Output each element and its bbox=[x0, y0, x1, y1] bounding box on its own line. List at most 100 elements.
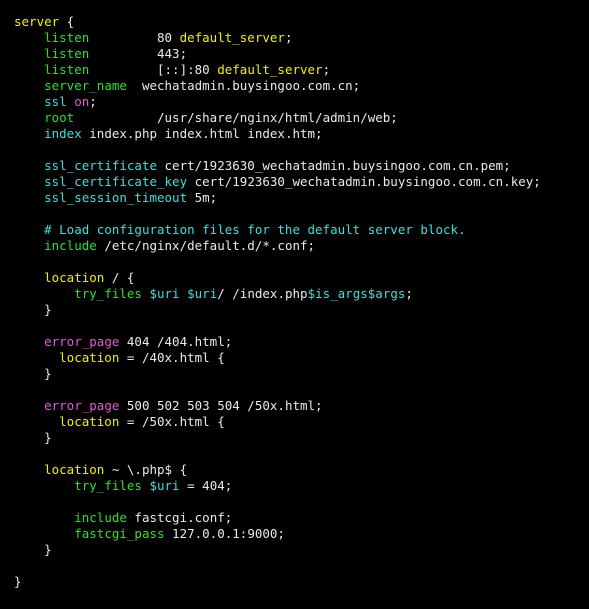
line-include-default-d-token-0 bbox=[14, 238, 44, 253]
line-location-php-open: location ~ \.php$ { bbox=[14, 462, 589, 478]
line-blank-5 bbox=[14, 382, 589, 398]
line-location-php-open-token-0 bbox=[14, 462, 44, 477]
line-listen-443-token-1: listen bbox=[44, 46, 90, 61]
line-fastcgi-pass: fastcgi_pass 127.0.0.1:9000; bbox=[14, 526, 589, 542]
line-location-root-open-token-0 bbox=[14, 270, 44, 285]
line-include-fastcgi-conf-token-0 bbox=[14, 510, 74, 525]
line-error-page-50x-token-1: error_page bbox=[44, 398, 120, 413]
line-server-close: } bbox=[14, 574, 589, 590]
line-location-50x-open-token-2: = /50x.html { bbox=[119, 414, 225, 429]
line-try-files-root-token-5: $uri bbox=[187, 286, 218, 301]
line-listen-80-token-4: default_server bbox=[179, 30, 285, 45]
line-ssl-session-timeout: ssl_session_timeout 5m; bbox=[14, 190, 589, 206]
line-server-open-token-0: server bbox=[14, 14, 60, 29]
line-server-name: server_name wechatadmin.buysingoo.com.cn… bbox=[14, 78, 589, 94]
line-location-40x-close-token-0: } bbox=[14, 366, 52, 381]
line-location-50x-close-token-0: } bbox=[14, 430, 52, 445]
line-listen-443: listen 443; bbox=[14, 46, 589, 62]
line-ssl-certificate-key-token-1: ssl_certificate_key bbox=[44, 174, 188, 189]
line-ssl-session-timeout-token-2: 5m; bbox=[187, 190, 218, 205]
line-listen-ipv6-token-1: listen bbox=[44, 62, 90, 77]
line-listen-443-token-0 bbox=[14, 46, 44, 61]
line-location-php-close-token-0: } bbox=[14, 542, 52, 557]
line-error-page-50x-token-2: 500 502 503 504 /50x.html; bbox=[119, 398, 323, 413]
line-listen-80-token-2 bbox=[89, 30, 157, 45]
line-server-open: server { bbox=[14, 14, 589, 30]
line-listen-80-token-3: 80 bbox=[157, 30, 180, 45]
line-listen-ipv6-token-0 bbox=[14, 62, 44, 77]
line-ssl-certificate-key: ssl_certificate_key cert/1923630_wechata… bbox=[14, 174, 589, 190]
line-listen-ipv6-token-4: default_server bbox=[217, 62, 323, 77]
line-blank-1 bbox=[14, 142, 589, 158]
line-location-root-close-token-0: } bbox=[14, 302, 52, 317]
line-location-40x-close: } bbox=[14, 366, 589, 382]
line-error-page-50x: error_page 500 502 503 504 /50x.html; bbox=[14, 398, 589, 414]
nginx-config-code[interactable]: server { listen 80 default_server; liste… bbox=[0, 14, 589, 590]
line-fastcgi-pass-token-2: 127.0.0.1:9000; bbox=[164, 526, 285, 541]
line-location-40x-open: location = /40x.html { bbox=[14, 350, 589, 366]
line-try-files-php-token-1: try_files bbox=[74, 478, 142, 493]
line-blank-8 bbox=[14, 558, 589, 574]
line-ssl-on: ssl on; bbox=[14, 94, 589, 110]
line-include-default-d-token-2: /etc/nginx/default.d/*.conf; bbox=[96, 238, 316, 253]
line-ssl-on-token-1: ssl bbox=[44, 94, 67, 109]
line-try-files-root-token-9: ; bbox=[405, 286, 413, 301]
line-index-token-0 bbox=[14, 126, 44, 141]
line-server-name-token-1: server_name bbox=[44, 78, 127, 93]
line-blank-2 bbox=[14, 206, 589, 222]
line-try-files-php-token-3: $uri bbox=[149, 478, 180, 493]
line-try-files-root-token-3: $uri bbox=[149, 286, 180, 301]
line-location-php-open-token-1: location bbox=[44, 462, 105, 477]
line-location-root-open-token-1: location bbox=[44, 270, 105, 285]
line-error-page-50x-token-0 bbox=[14, 398, 44, 413]
line-root-token-2: /usr/share/nginx/html/admin/web; bbox=[74, 110, 398, 125]
line-try-files-root-token-6: / /index.php bbox=[217, 286, 308, 301]
line-location-php-close: } bbox=[14, 542, 589, 558]
line-server-close-token-0: } bbox=[14, 574, 22, 589]
line-location-root-close: } bbox=[14, 302, 589, 318]
line-try-files-root-token-1: try_files bbox=[74, 286, 142, 301]
line-location-40x-open-token-1: location bbox=[59, 350, 120, 365]
line-include-fastcgi-conf-token-2: fastcgi.conf; bbox=[126, 510, 233, 525]
line-location-root-open-token-2: / { bbox=[104, 270, 135, 285]
line-index-token-2: index.php index.html index.htm; bbox=[81, 126, 323, 141]
line-fastcgi-pass-token-0 bbox=[14, 526, 74, 541]
line-listen-ipv6-token-5: ; bbox=[322, 62, 331, 77]
line-location-40x-open-token-0 bbox=[14, 350, 59, 365]
line-include-fastcgi-conf-token-1: include bbox=[74, 510, 127, 525]
line-listen-ipv6: listen [::]:80 default_server; bbox=[14, 62, 589, 78]
line-comment-load-config-token-0 bbox=[14, 222, 44, 237]
line-location-50x-open-token-1: location bbox=[59, 414, 120, 429]
line-ssl-certificate-token-2: cert/1923630_wechatadmin.buysingoo.com.c… bbox=[157, 158, 511, 173]
line-server-open-token-1: { bbox=[59, 14, 75, 29]
terminal-window[interactable]: server { listen 80 default_server; liste… bbox=[0, 0, 589, 609]
line-blank-6 bbox=[14, 446, 589, 462]
line-ssl-certificate-key-token-2: cert/1923630_wechatadmin.buysingoo.com.c… bbox=[187, 174, 541, 189]
line-try-files-php: try_files $uri = 404; bbox=[14, 478, 589, 494]
line-try-files-root-token-4 bbox=[180, 286, 188, 301]
line-index-token-1: index bbox=[44, 126, 82, 141]
line-location-50x-open: location = /50x.html { bbox=[14, 414, 589, 430]
line-listen-80: listen 80 default_server; bbox=[14, 30, 589, 46]
line-try-files-root-token-0 bbox=[14, 286, 74, 301]
line-ssl-certificate-token-1: ssl_certificate bbox=[44, 158, 157, 173]
line-listen-443-token-3: 443; bbox=[157, 46, 188, 61]
line-try-files-root-token-7: $is_args bbox=[307, 286, 368, 301]
line-root-token-0 bbox=[14, 110, 44, 125]
line-error-page-404: error_page 404 /404.html; bbox=[14, 334, 589, 350]
line-comment-load-config: # Load configuration files for the defau… bbox=[14, 222, 589, 238]
line-blank-3 bbox=[14, 254, 589, 270]
line-listen-80-token-5: ; bbox=[284, 30, 293, 45]
line-try-files-root: try_files $uri $uri/ /index.php$is_args$… bbox=[14, 286, 589, 302]
line-try-files-root-token-8: $args bbox=[367, 286, 406, 301]
line-listen-443-token-2 bbox=[89, 46, 157, 61]
line-ssl-certificate-key-token-0 bbox=[14, 174, 44, 189]
line-root: root /usr/share/nginx/html/admin/web; bbox=[14, 110, 589, 126]
line-blank-7 bbox=[14, 494, 589, 510]
line-ssl-certificate: ssl_certificate cert/1923630_wechatadmin… bbox=[14, 158, 589, 174]
line-include-fastcgi-conf: include fastcgi.conf; bbox=[14, 510, 589, 526]
line-root-token-1: root bbox=[44, 110, 75, 125]
line-include-default-d: include /etc/nginx/default.d/*.conf; bbox=[14, 238, 589, 254]
line-location-php-open-token-2: ~ \.php$ { bbox=[104, 462, 188, 477]
line-comment-load-config-token-1: # Load configuration files for the defau… bbox=[44, 222, 466, 237]
